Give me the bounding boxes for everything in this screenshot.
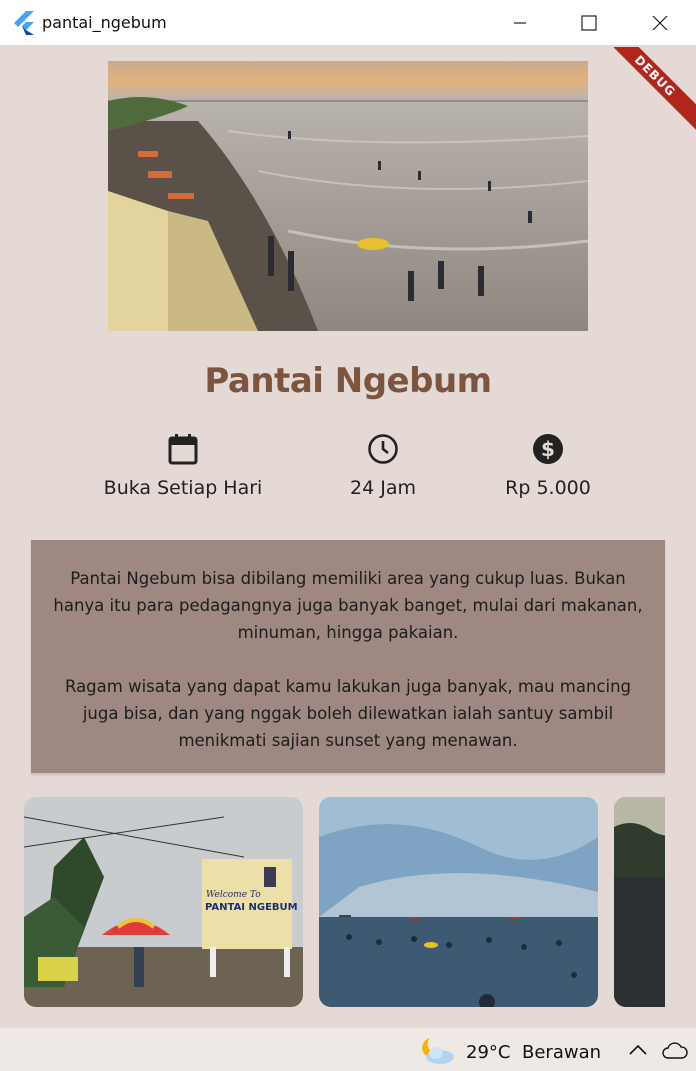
hero-image — [108, 61, 588, 331]
sea-photo — [319, 797, 598, 1007]
debug-banner: DEBUG — [595, 47, 696, 136]
onedrive-cloud-icon[interactable] — [662, 1040, 688, 1060]
weather-temperature[interactable]: 29°C — [466, 1042, 510, 1063]
minimize-icon — [514, 22, 526, 24]
partly-cloudy-night-icon[interactable] — [418, 1034, 456, 1066]
description-box: Pantai Ngebum bisa dibilang memiliki are… — [31, 540, 665, 773]
beach-photo — [108, 61, 588, 331]
svg-text:$: $ — [541, 437, 555, 461]
sign-name-text: PANTAI NGEBUM — [205, 902, 298, 913]
taskbar: 29°C Berawan — [0, 1027, 696, 1071]
gallery-photo-sea[interactable] — [319, 797, 598, 1007]
calendar-icon — [168, 434, 198, 465]
info-price-label: Rp 5.000 — [505, 477, 591, 499]
window-titlebar: pantai_ngebum — [0, 0, 696, 46]
gallery-photo-entrance[interactable]: Welcome To PANTAI NGEBUM — [24, 797, 303, 1007]
weather-condition[interactable]: Berawan — [522, 1042, 601, 1063]
info-open-days: Buka Setiap Hari — [83, 433, 283, 499]
minimize-button[interactable] — [497, 0, 543, 46]
sign-welcome-text: Welcome To — [206, 890, 261, 900]
app-content: DEBUG Pantai Ngebum Buka Setiap Hari 24 … — [0, 47, 696, 1027]
page-title: Pantai Ngebum — [204, 361, 492, 401]
info-price: $ Rp 5.000 — [448, 433, 648, 499]
close-icon — [652, 15, 668, 31]
photo-gallery[interactable]: Welcome To PANTAI NGEBUM — [0, 797, 665, 1007]
clock-icon — [368, 434, 398, 464]
description-paragraph-2: Ragam wisata yang dapat kamu lakukan jug… — [64, 677, 632, 750]
close-button[interactable] — [637, 0, 683, 46]
maximize-button[interactable] — [566, 0, 612, 46]
info-open-days-label: Buka Setiap Hari — [103, 477, 263, 499]
gallery-photo-shore[interactable] — [614, 797, 665, 1007]
entrance-photo: Welcome To PANTAI NGEBUM — [24, 797, 303, 1007]
window-title: pantai_ngebum — [42, 13, 167, 32]
maximize-icon — [581, 15, 597, 31]
dollar-icon: $ — [533, 434, 563, 464]
chevron-up-icon[interactable] — [628, 1042, 648, 1058]
description-paragraph-1: Pantai Ngebum bisa dibilang memiliki are… — [53, 569, 643, 642]
flutter-icon — [14, 11, 34, 35]
shore-photo — [614, 797, 665, 1007]
